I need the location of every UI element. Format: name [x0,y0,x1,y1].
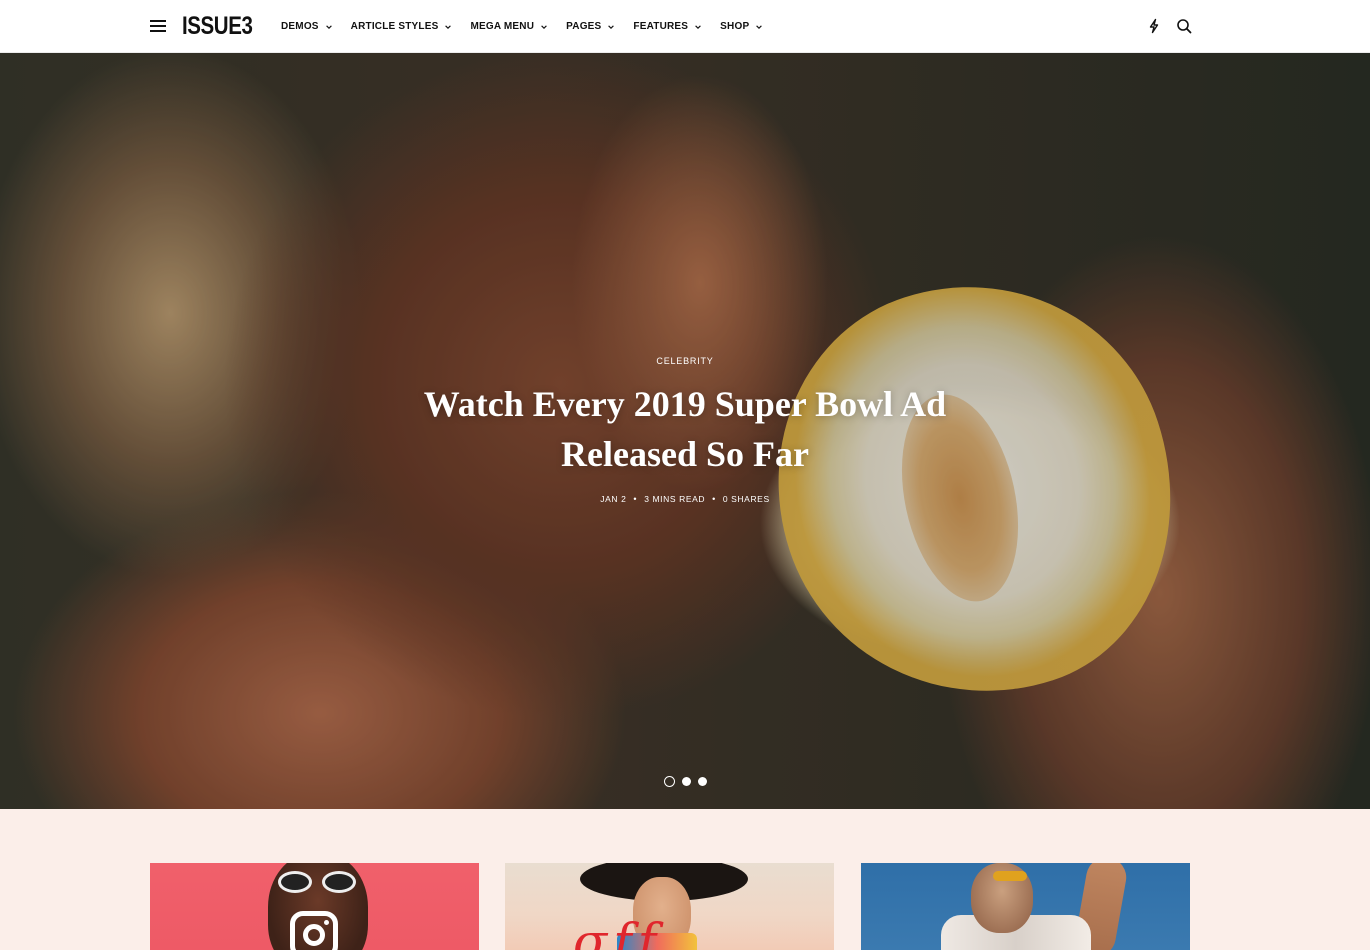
chevron-down-icon [445,24,452,29]
post-card-3[interactable] [861,863,1190,950]
hero-read-time: 3 MINS READ [644,494,706,504]
hero-title[interactable]: Watch Every 2019 Super Bowl Ad Released … [395,379,975,479]
script-lettering-graphic: σƒƒ [573,913,663,950]
main-nav: DEMOS ARTICLE STYLES MEGA MENU PAGES FEA… [281,0,781,53]
nav-item-label: SHOP [720,21,750,32]
nav-item-features[interactable]: FEATURES [633,21,702,32]
site-header: ISSUE3 DEMOS ARTICLE STYLES MEGA MENU PA… [0,0,1370,53]
nav-item-label: ARTICLE STYLES [350,21,439,32]
chevron-down-icon [325,24,332,29]
meta-separator: • [633,494,638,504]
post-card-1[interactable] [150,863,479,950]
bolt-icon[interactable] [1146,18,1162,34]
site-logo[interactable]: ISSUE3 [182,12,253,40]
nav-item-label: MEGA MENU [470,21,535,32]
post-cards: σƒƒ [150,863,1190,950]
slider-dot-1[interactable] [663,776,675,787]
hero-category[interactable]: CELEBRITY [0,356,1370,366]
nav-item-label: FEATURES [633,21,689,32]
chevron-down-icon [608,24,615,29]
nav-item-label: PAGES [566,21,602,32]
search-icon[interactable] [1176,18,1192,34]
nav-item-label: DEMOS [281,21,319,32]
chevron-down-icon [541,24,547,29]
menu-icon[interactable] [150,20,166,33]
chevron-down-icon [695,24,701,29]
nav-item-shop[interactable]: SHOP [720,21,763,32]
nav-item-mega-menu[interactable]: MEGA MENU [470,21,548,32]
post-card-2[interactable]: σƒƒ [505,863,834,950]
sunglasses-graphic [993,871,1027,881]
hero-shares: 0 SHARES [722,494,770,504]
hero-meta: JAN 2 • 3 MINS READ • 0 SHARES [0,494,1370,504]
slider-dot-2[interactable] [681,777,691,786]
hero-date: JAN 2 [600,494,627,504]
slider-pagination [0,776,1370,787]
nav-item-demos[interactable]: DEMOS [281,21,333,32]
sunglasses-graphic [278,871,358,893]
instagram-icon [290,911,338,950]
nav-item-article-styles[interactable]: ARTICLE STYLES [351,21,453,32]
chevron-down-icon [756,24,763,29]
slider-dot-3[interactable] [697,777,707,786]
nav-item-pages[interactable]: PAGES [566,21,615,32]
meta-separator: • [712,494,716,504]
hero-slider[interactable]: CELEBRITY Watch Every 2019 Super Bowl Ad… [0,53,1370,809]
